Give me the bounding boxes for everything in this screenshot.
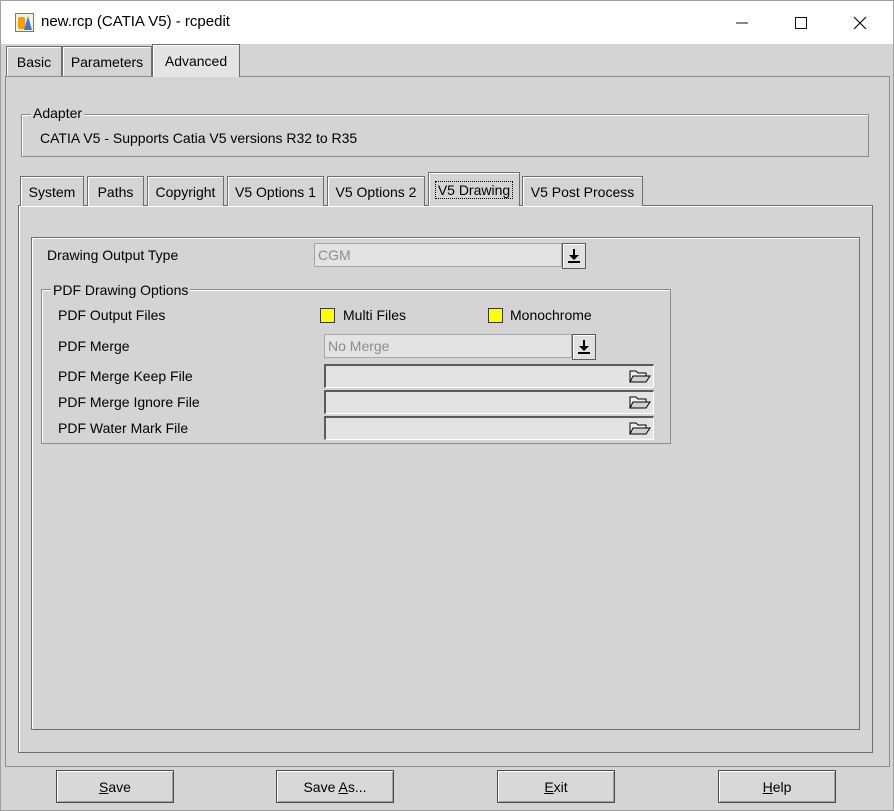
- tab-label: Advanced: [164, 53, 228, 69]
- folder-open-icon: [629, 396, 651, 409]
- tab-label: V5 Options 2: [335, 183, 417, 200]
- tab-label: V5 Options 1: [235, 183, 316, 200]
- window-title: new.rcp (CATIA V5) - rcpedit: [41, 13, 230, 30]
- app-logo-icon: [15, 13, 34, 32]
- tab-label: V5 Drawing: [434, 180, 514, 199]
- exit-button-label: Exit: [544, 778, 568, 795]
- pdf-merge-keep-file-label: PDF Merge Keep File: [58, 368, 193, 384]
- adapter-group-label: Adapter: [31, 105, 85, 121]
- tab-label: Parameters: [70, 53, 144, 70]
- folder-open-icon: [629, 422, 651, 435]
- tab-label: Basic: [16, 53, 52, 70]
- pdf-merge-ignore-file-browse-button[interactable]: [628, 391, 652, 413]
- tab-v5-post-process[interactable]: V5 Post Process: [522, 176, 643, 206]
- monochrome-label: Monochrome: [510, 307, 592, 323]
- exit-button[interactable]: Exit: [497, 770, 615, 803]
- tab-copyright[interactable]: Copyright: [147, 176, 224, 206]
- pdf-merge-ignore-file-label: PDF Merge Ignore File: [58, 394, 200, 410]
- drawing-output-type-dropdown-button[interactable]: [562, 243, 586, 269]
- tab-basic[interactable]: Basic: [6, 46, 62, 76]
- pdf-merge-select[interactable]: No Merge: [324, 334, 572, 358]
- tab-v5-options-1[interactable]: V5 Options 1: [227, 176, 324, 206]
- tab-parameters[interactable]: Parameters: [62, 46, 152, 76]
- adapter-description: CATIA V5 - Supports Catia V5 versions R3…: [40, 130, 358, 146]
- help-button-label: Help: [762, 778, 792, 795]
- download-arrow-icon: [578, 340, 590, 354]
- monochrome-checkbox[interactable]: [488, 308, 503, 323]
- close-icon: [853, 16, 867, 29]
- tab-label: Copyright: [155, 183, 216, 200]
- multi-files-checkbox[interactable]: [320, 308, 335, 323]
- pdf-merge-keep-file-input[interactable]: [324, 364, 654, 388]
- pdf-merge-ignore-file-input[interactable]: [324, 390, 654, 414]
- close-button[interactable]: [831, 1, 889, 44]
- pdf-merge-keep-file-browse-button[interactable]: [628, 365, 652, 387]
- save-as-button[interactable]: Save As...: [276, 770, 394, 803]
- download-arrow-icon: [568, 249, 580, 263]
- tab-advanced[interactable]: Advanced: [152, 44, 240, 77]
- tab-paths[interactable]: Paths: [87, 176, 144, 206]
- tab-system[interactable]: System: [20, 176, 84, 206]
- pdf-water-mark-file-input[interactable]: [324, 416, 654, 440]
- tab-v5-options-2[interactable]: V5 Options 2: [327, 176, 425, 206]
- pdf-output-files-label: PDF Output Files: [58, 307, 166, 323]
- pdf-water-mark-file-label: PDF Water Mark File: [58, 420, 189, 436]
- save-as-button-label: Save As...: [303, 778, 367, 795]
- maximize-button[interactable]: [772, 1, 830, 44]
- title-bar: new.rcp (CATIA V5) - rcpedit: [1, 1, 893, 44]
- pdf-merge-dropdown-button[interactable]: [572, 334, 596, 360]
- save-button[interactable]: Save: [56, 770, 174, 803]
- minimize-button[interactable]: [713, 1, 771, 44]
- pdf-drawing-options-label: PDF Drawing Options: [51, 282, 191, 298]
- tab-label: System: [28, 183, 76, 200]
- minimize-icon: [736, 22, 748, 23]
- tab-label: Paths: [97, 183, 134, 200]
- app-window: new.rcp (CATIA V5) - rcpedit Basic Param…: [0, 0, 894, 811]
- help-button[interactable]: Help: [718, 770, 836, 803]
- maximize-icon: [795, 16, 807, 29]
- drawing-output-type-select[interactable]: CGM: [314, 243, 562, 267]
- tab-label: V5 Post Process: [530, 183, 635, 200]
- tab-v5-drawing[interactable]: V5 Drawing: [428, 172, 520, 206]
- drawing-output-type-label: Drawing Output Type: [47, 247, 179, 263]
- pdf-water-mark-file-browse-button[interactable]: [628, 417, 652, 439]
- save-button-label: Save: [99, 778, 131, 795]
- folder-open-icon: [629, 370, 651, 383]
- multi-files-label: Multi Files: [343, 307, 407, 323]
- pdf-merge-label: PDF Merge: [58, 338, 130, 354]
